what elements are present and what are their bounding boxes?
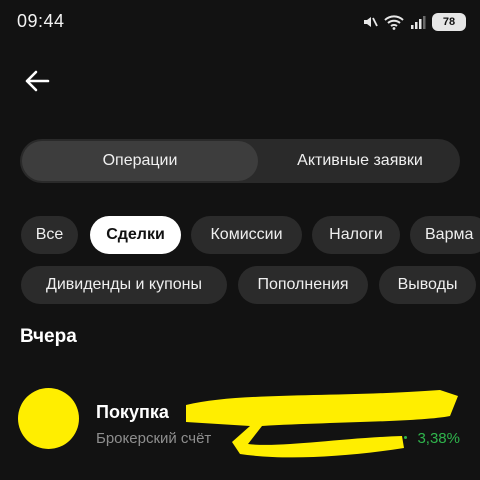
filter-chip-commissions[interactable]: Комиссии (191, 216, 302, 254)
filter-chip-deposits[interactable]: Пополнения (238, 266, 368, 304)
filter-chip-deals[interactable]: Сделки (90, 216, 181, 254)
separator-dot (404, 436, 407, 439)
filter-chip-taxes[interactable]: Налоги (312, 216, 400, 254)
filter-chip-varma[interactable]: Варма (410, 216, 480, 254)
status-icons: 78 (362, 12, 466, 32)
mute-icon (362, 14, 378, 30)
status-time: 09:44 (17, 11, 65, 31)
battery-icon: 78 (432, 13, 466, 31)
operation-avatar (18, 388, 79, 449)
status-bar: 09:44 78 (0, 0, 480, 44)
operation-change-percent: 3,38% (417, 430, 460, 447)
filter-chip-dividends[interactable]: Дивиденды и купоны (21, 266, 227, 304)
wifi-icon (384, 14, 404, 30)
operation-account: Брокерский счёт (96, 430, 212, 447)
back-button[interactable] (20, 64, 54, 98)
signal-icon (410, 14, 426, 30)
operation-title: Покупка (96, 402, 169, 422)
section-title-yesterday: Вчера (20, 326, 77, 347)
tab-operations[interactable]: Операции (22, 141, 258, 181)
screen: 09:44 78 Операции Активные заявки Все Сд… (0, 0, 480, 480)
tab-switcher: Операции Активные заявки (20, 139, 460, 183)
tab-active-orders[interactable]: Активные заявки (260, 141, 460, 181)
arrow-left-icon (25, 70, 50, 92)
filter-chip-withdrawals[interactable]: Выводы (379, 266, 476, 304)
operation-row[interactable]: Покупка Брокерский счёт 3,38% (0, 382, 480, 462)
filter-chip-all[interactable]: Все (21, 216, 78, 254)
